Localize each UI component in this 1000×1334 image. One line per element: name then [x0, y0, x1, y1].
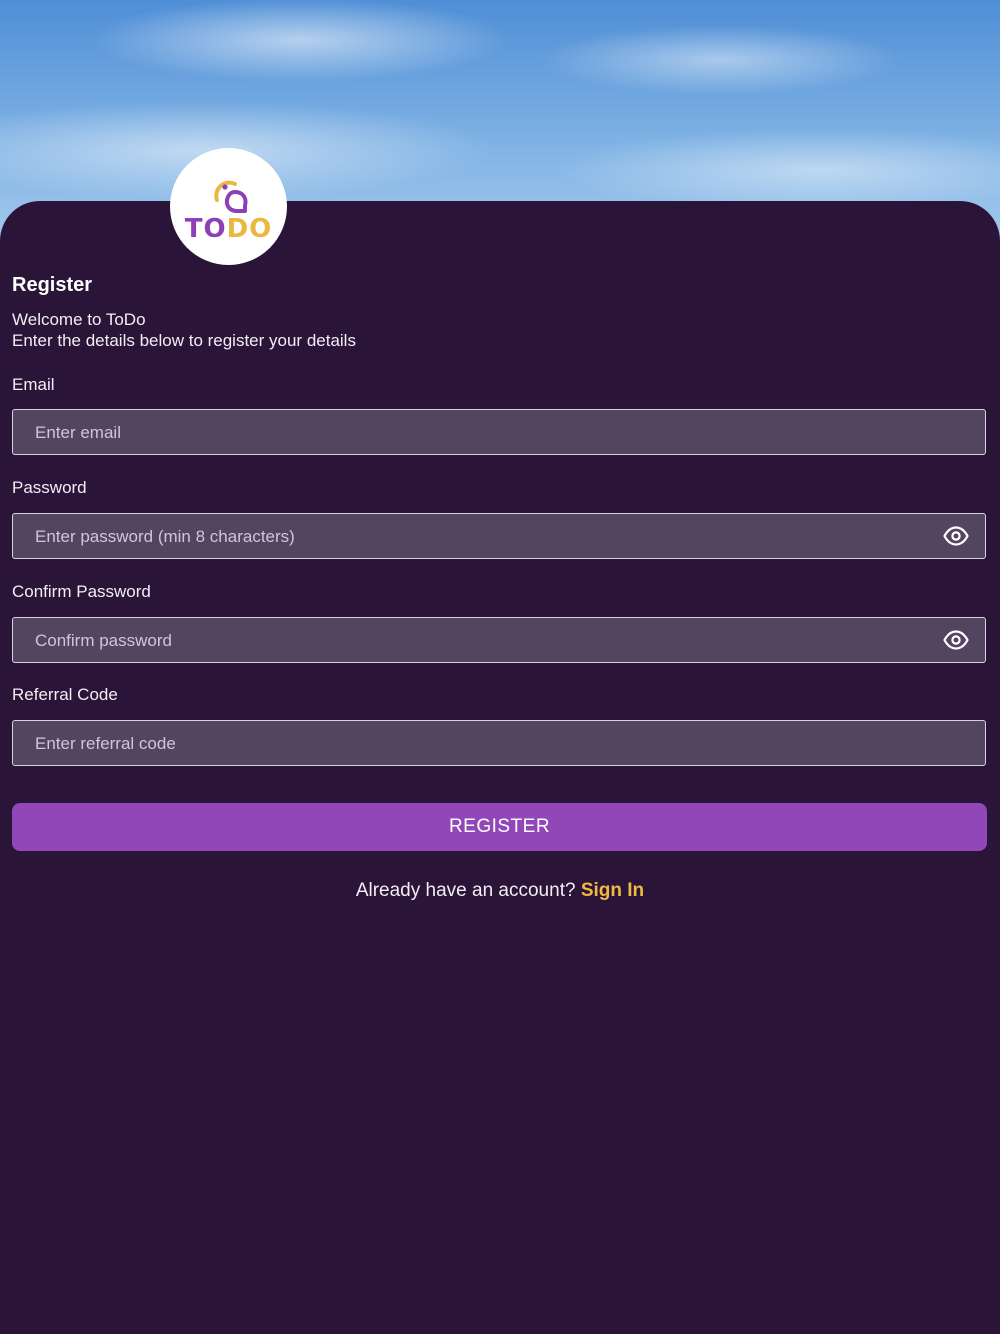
app-logo: TODO	[170, 148, 287, 265]
todo-location-pin-icon	[213, 180, 247, 213]
eye-icon[interactable]	[943, 525, 969, 547]
form-sheet	[0, 201, 1000, 1334]
eye-icon[interactable]	[943, 629, 969, 651]
confirm-password-field-box	[12, 617, 986, 664]
referral-code-input[interactable]	[33, 721, 937, 767]
password-field-box	[12, 513, 986, 560]
referral-code-label: Referral Code	[12, 685, 118, 704]
logo-word-do: DO	[226, 213, 273, 244]
email-field-box	[12, 409, 986, 456]
instructions-text: Enter the details below to register your…	[12, 331, 356, 350]
email-input[interactable]	[33, 410, 937, 456]
confirm-password-input[interactable]	[33, 618, 937, 664]
logo-word-to: TO	[184, 213, 227, 244]
password-input[interactable]	[33, 514, 937, 560]
confirm-password-label: Confirm Password	[12, 582, 151, 601]
signin-prompt-text: Already have an account?	[355, 880, 576, 901]
page-subtitle: Welcome to ToDo Enter the details below …	[12, 309, 356, 351]
welcome-text: Welcome to ToDo	[12, 310, 146, 329]
register-screen: TODO Register Welcome to ToDo Enter the …	[0, 0, 1000, 1334]
register-button[interactable]: REGISTER	[12, 803, 987, 851]
logo-wordmark: TODO	[185, 216, 273, 242]
signin-link[interactable]: Sign In	[581, 880, 644, 901]
password-label: Password	[12, 478, 87, 497]
signin-prompt-row: Already have an account? Sign In	[0, 880, 1000, 902]
referral-code-field-box	[12, 720, 986, 767]
email-label: Email	[12, 375, 55, 394]
page-title: Register	[12, 274, 93, 296]
